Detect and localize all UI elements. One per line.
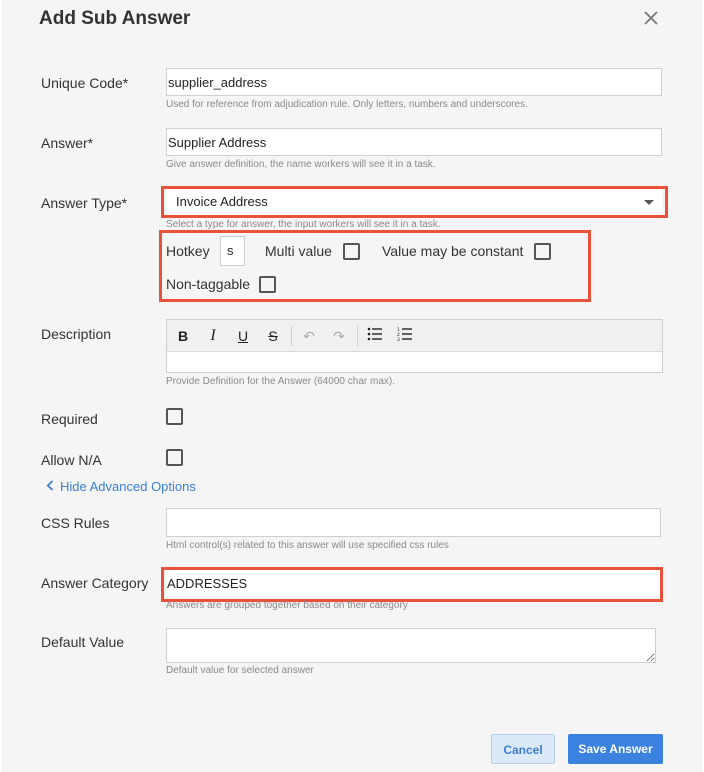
strikethrough-icon[interactable]: S <box>263 326 283 346</box>
bold-icon[interactable]: B <box>173 326 193 346</box>
answer-label: Answer* <box>41 135 94 151</box>
allow-na-label: Allow N/A <box>41 452 102 468</box>
bullet-list-icon[interactable] <box>365 326 385 346</box>
add-sub-answer-dialog: Add Sub Answer Unique Code* Used for ref… <box>2 0 702 772</box>
answer-input[interactable] <box>166 128 662 156</box>
css-rules-input[interactable] <box>166 508 661 537</box>
underline-icon[interactable]: U <box>233 326 253 346</box>
css-rules-label: CSS Rules <box>41 515 110 531</box>
hotkey-input[interactable]: s <box>220 236 245 266</box>
redo-icon[interactable]: ↷ <box>329 326 349 346</box>
hide-advanced-options-link[interactable]: Hide Advanced Options <box>46 479 196 494</box>
svg-text:3: 3 <box>397 337 400 341</box>
unique-code-help: Used for reference from adjudication rul… <box>166 99 528 110</box>
unique-code-input[interactable] <box>166 68 662 96</box>
description-help: Provide Definition for the Answer (64000… <box>166 376 395 387</box>
non-taggable-checkbox[interactable] <box>259 276 276 293</box>
highlight-answer-type <box>161 186 668 218</box>
undo-icon[interactable]: ↶ <box>299 326 319 346</box>
editor-toolbar: B I U S ↶ ↷ 1 2 3 <box>167 320 662 352</box>
numbered-list-icon[interactable]: 1 2 3 <box>395 326 415 346</box>
css-rules-help: Html control(s) related to this answer w… <box>166 540 449 551</box>
required-label: Required <box>41 411 98 427</box>
answer-type-help: Select a type for answer, the input work… <box>166 219 441 230</box>
default-value-label: Default Value <box>41 634 125 650</box>
close-icon[interactable] <box>641 8 661 28</box>
toolbar-divider <box>291 326 292 346</box>
multi-value-checkbox[interactable] <box>343 243 360 260</box>
multi-value-label: Multi value <box>265 243 332 259</box>
non-taggable-label: Non-taggable <box>166 276 251 292</box>
save-answer-button[interactable]: Save Answer <box>568 734 663 764</box>
answer-type-label: Answer Type* <box>41 195 128 211</box>
description-editor[interactable]: B I U S ↶ ↷ 1 2 3 <box>166 319 663 373</box>
constant-label: Value may be constant <box>382 243 524 259</box>
default-value-textarea[interactable] <box>166 628 656 663</box>
chevron-left-icon <box>46 479 54 494</box>
answer-category-help: Answers are grouped together based on th… <box>166 600 408 611</box>
default-value-help: Default value for selected answer <box>166 665 314 676</box>
answer-category-label: Answer Category <box>41 575 149 591</box>
toolbar-divider <box>357 326 358 346</box>
hide-advanced-options-label: Hide Advanced Options <box>60 479 196 494</box>
required-checkbox[interactable] <box>166 408 183 425</box>
highlight-answer-category <box>161 567 663 602</box>
dialog-title: Add Sub Answer <box>39 8 191 29</box>
italic-icon[interactable]: I <box>203 326 223 346</box>
cancel-button[interactable]: Cancel <box>491 734 555 764</box>
hotkey-label: Hotkey <box>166 243 210 259</box>
allow-na-checkbox[interactable] <box>166 449 183 466</box>
constant-checkbox[interactable] <box>534 243 551 260</box>
description-label: Description <box>41 326 112 342</box>
answer-help: Give answer definition, the name workers… <box>166 159 436 170</box>
unique-code-label: Unique Code* <box>41 75 129 91</box>
